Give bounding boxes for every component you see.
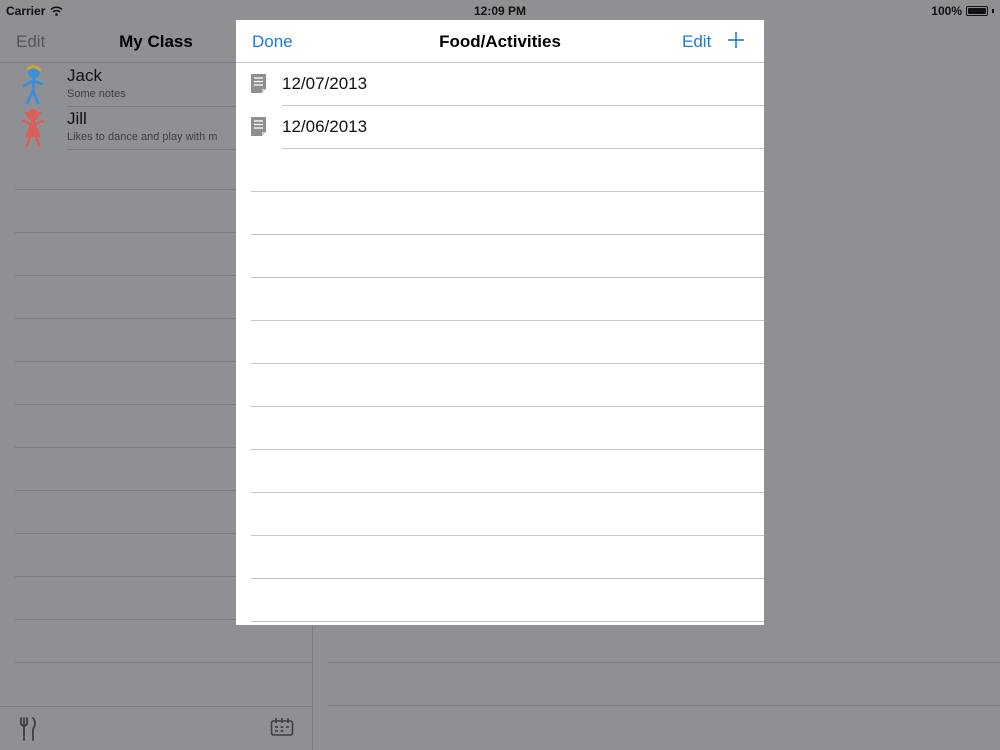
battery-icon	[966, 6, 988, 16]
student-name: Jill	[67, 109, 87, 128]
class-toolbar	[0, 706, 312, 750]
modal-nav-bar: Done Food/Activities Edit	[236, 20, 764, 63]
empty-row-separator	[251, 535, 764, 536]
empty-row-separator	[251, 191, 764, 192]
empty-row-separator	[251, 277, 764, 278]
empty-row-separator	[251, 406, 764, 407]
girl-figure-icon	[21, 109, 45, 148]
empty-row-separator	[251, 320, 764, 321]
empty-row-separator	[328, 662, 1000, 663]
activity-entry-row[interactable]: 12/06/2013	[236, 106, 764, 149]
food-activities-modal: Done Food/Activities Edit 12/07/2013 12/…	[236, 20, 764, 625]
activity-date: 12/07/2013	[282, 74, 368, 93]
document-icon	[251, 74, 266, 93]
modal-edit-button[interactable]: Edit	[682, 32, 711, 52]
empty-row-separator	[251, 449, 764, 450]
boy-figure-icon	[22, 65, 44, 105]
document-icon	[251, 117, 266, 136]
activity-date: 12/06/2013	[282, 117, 368, 136]
empty-row-separator	[251, 492, 764, 493]
empty-row-separator	[251, 363, 764, 364]
empty-row-separator	[251, 621, 764, 622]
student-note: Some notes	[67, 88, 126, 100]
battery-percent: 100%	[931, 4, 962, 18]
clock: 12:09 PM	[473, 4, 527, 18]
plus-icon[interactable]	[727, 31, 745, 49]
activity-entry-row[interactable]: 12/07/2013	[236, 63, 764, 106]
empty-row-separator	[15, 662, 312, 663]
calendar-icon[interactable]	[270, 717, 294, 739]
empty-row-separator	[328, 705, 1000, 706]
battery-indicator: 100%	[931, 4, 994, 18]
student-name: Jack	[67, 66, 102, 85]
empty-row-separator	[251, 578, 764, 579]
status-bar: Carrier 12:09 PM 100%	[0, 0, 1000, 20]
empty-row-separator	[251, 234, 764, 235]
fork-knife-icon[interactable]	[18, 717, 38, 741]
student-note: Likes to dance and play with m	[67, 131, 218, 143]
